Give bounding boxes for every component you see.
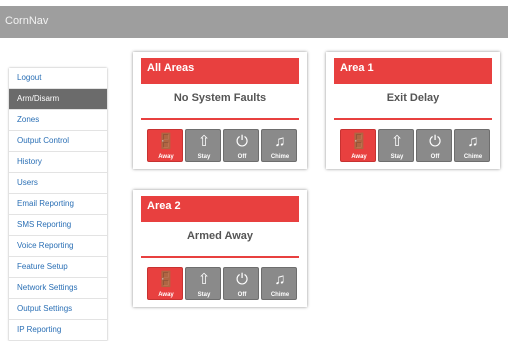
- sidebar-item-zones[interactable]: Zones: [9, 110, 107, 131]
- sidebar-item-users[interactable]: Users: [9, 173, 107, 194]
- house-icon: ⇧: [197, 271, 211, 288]
- area-status: No System Faults: [173, 92, 267, 104]
- sidebar-item-feature-setup[interactable]: Feature Setup: [9, 257, 107, 278]
- sidebar-item-email-reporting[interactable]: Email Reporting: [9, 194, 107, 215]
- music-note-icon: ♫: [274, 271, 286, 288]
- app-title: CornNav: [5, 15, 49, 27]
- sidebar-item-voice-reporting[interactable]: Voice Reporting: [9, 236, 107, 257]
- chime-label: Chime: [270, 292, 290, 298]
- sidebar: Logout Arm/Disarm Zones Output Control H…: [9, 68, 107, 341]
- area-title: Area 2: [141, 196, 299, 222]
- power-icon: ⏻: [236, 133, 248, 150]
- chime-button[interactable]: ♫ Chime: [261, 129, 297, 162]
- door-exit-icon: 🚪: [156, 133, 176, 150]
- chime-button[interactable]: ♫ Chime: [261, 267, 297, 300]
- area-title: Area 1: [334, 58, 492, 84]
- mode-buttons: 🚪 Away ⇧ Stay ⏻ Off ♫ Chime: [340, 129, 490, 163]
- off-label: Off: [237, 154, 247, 160]
- sidebar-item-history[interactable]: History: [9, 152, 107, 173]
- stay-label: Stay: [197, 154, 211, 160]
- door-exit-icon: 🚪: [349, 133, 369, 150]
- off-button[interactable]: ⏻ Off: [223, 129, 259, 162]
- house-icon: ⇧: [197, 133, 211, 150]
- sidebar-item-sms-reporting[interactable]: SMS Reporting: [9, 215, 107, 236]
- area-card-area-2: Area 2 Armed Away 🚪 Away ⇧ Stay ⏻ Off ♫ …: [133, 190, 307, 307]
- music-note-icon: ♫: [467, 133, 479, 150]
- stay-label: Stay: [390, 154, 404, 160]
- mode-buttons: 🚪 Away ⇧ Stay ⏻ Off ♫ Chime: [147, 129, 297, 163]
- off-button[interactable]: ⏻ Off: [416, 129, 452, 162]
- stay-button[interactable]: ⇧ Stay: [378, 129, 414, 162]
- away-button[interactable]: 🚪 Away: [340, 129, 376, 162]
- area-status: Exit Delay: [386, 92, 440, 104]
- sidebar-item-output-settings[interactable]: Output Settings: [9, 299, 107, 320]
- house-icon: ⇧: [390, 133, 404, 150]
- chime-button[interactable]: ♫ Chime: [454, 129, 490, 162]
- chime-label: Chime: [463, 154, 483, 160]
- power-icon: ⏻: [236, 271, 248, 288]
- away-label: Away: [351, 154, 367, 160]
- area-status: Armed Away: [186, 230, 254, 242]
- music-note-icon: ♫: [274, 133, 286, 150]
- divider: [141, 256, 299, 258]
- stay-button[interactable]: ⇧ Stay: [185, 129, 221, 162]
- off-label: Off: [237, 292, 247, 298]
- area-card-area-1: Area 1 Exit Delay 🚪 Away ⇧ Stay ⏻ Off ♫ …: [326, 52, 500, 169]
- off-label: Off: [430, 154, 440, 160]
- away-label: Away: [158, 154, 174, 160]
- sidebar-item-logout[interactable]: Logout: [9, 68, 107, 89]
- power-icon: ⏻: [429, 133, 441, 150]
- area-title: All Areas: [141, 58, 299, 84]
- sidebar-item-ip-reporting[interactable]: IP Reporting: [9, 320, 107, 341]
- divider: [334, 118, 492, 120]
- area-card-all-areas: All Areas No System Faults 🚪 Away ⇧ Stay…: [133, 52, 307, 169]
- sidebar-item-arm-disarm[interactable]: Arm/Disarm: [9, 89, 107, 110]
- off-button[interactable]: ⏻ Off: [223, 267, 259, 300]
- stay-label: Stay: [197, 292, 211, 298]
- sidebar-item-network-settings[interactable]: Network Settings: [9, 278, 107, 299]
- door-exit-icon: 🚪: [156, 271, 176, 288]
- chime-label: Chime: [270, 154, 290, 160]
- stay-button[interactable]: ⇧ Stay: [185, 267, 221, 300]
- top-bar: CornNav: [0, 6, 508, 38]
- away-button[interactable]: 🚪 Away: [147, 267, 183, 300]
- mode-buttons: 🚪 Away ⇧ Stay ⏻ Off ♫ Chime: [147, 267, 297, 301]
- away-button[interactable]: 🚪 Away: [147, 129, 183, 162]
- away-label: Away: [158, 292, 174, 298]
- sidebar-item-output-control[interactable]: Output Control: [9, 131, 107, 152]
- divider: [141, 118, 299, 120]
